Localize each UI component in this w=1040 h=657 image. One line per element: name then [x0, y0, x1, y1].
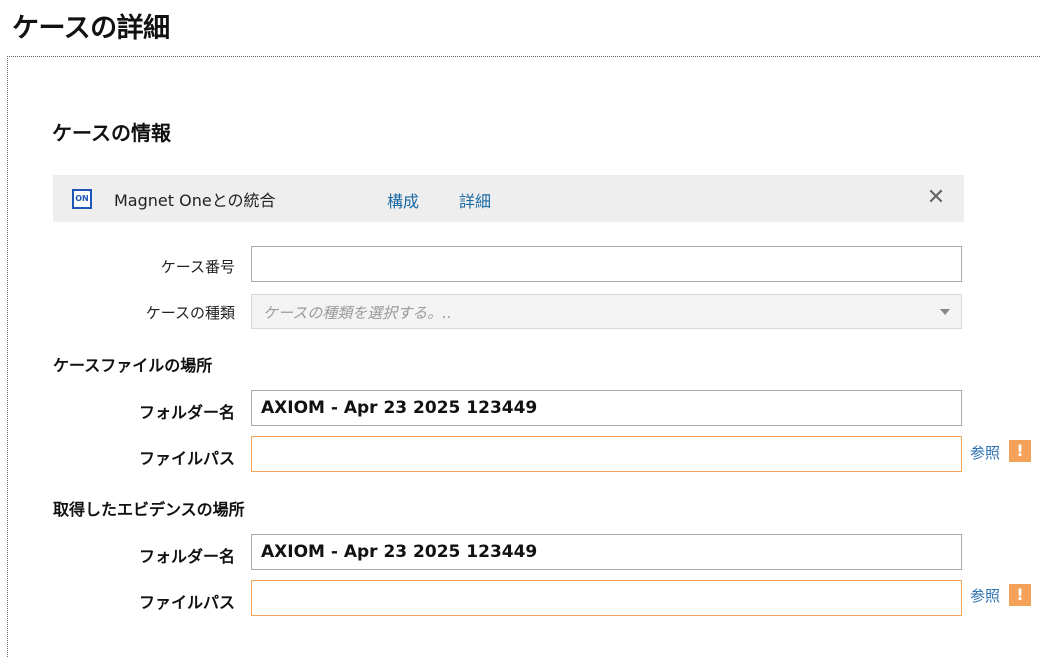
configure-link[interactable]: 構成	[387, 188, 419, 212]
integration-label: Magnet Oneとの統合	[114, 190, 276, 210]
close-icon[interactable]: ✕	[925, 185, 947, 211]
case-type-label: ケースの種類	[145, 304, 235, 322]
evidence-file-path-label: ファイルパス	[138, 593, 235, 612]
case-folder-name-input[interactable]	[251, 390, 962, 426]
evidence-folder-name-label: フォルダー名	[138, 547, 235, 566]
evidence-browse-link[interactable]: 参照	[970, 585, 1000, 606]
case-type-placeholder: ケースの種類を選択する。..	[263, 304, 452, 322]
case-folder-name-label: フォルダー名	[138, 403, 235, 422]
evidence-folder-name-input[interactable]	[251, 534, 962, 570]
case-file-path-label: ファイルパス	[138, 449, 235, 468]
case-number-input[interactable]	[251, 246, 962, 282]
evidence-file-path-input[interactable]	[251, 580, 962, 616]
case-file-location-title: ケースファイルの場所	[53, 356, 213, 375]
case-browse-link[interactable]: 参照	[970, 442, 1000, 463]
case-file-path-input[interactable]	[251, 436, 962, 472]
chevron-down-icon	[940, 309, 950, 315]
magnet-one-integration-bar: ON Magnet Oneとの統合 構成 詳細 ✕	[53, 175, 964, 222]
page-title: ケースの詳細	[12, 13, 170, 44]
case-type-select[interactable]: ケースの種類を選択する。..	[251, 294, 962, 329]
case-info-title: ケースの情報	[52, 121, 171, 145]
details-link[interactable]: 詳細	[459, 188, 491, 212]
warning-icon: !	[1009, 584, 1031, 606]
magnet-one-icon: ON	[72, 188, 92, 209]
magnet-one-icon-text: ON	[75, 193, 89, 203]
warning-icon: !	[1009, 440, 1031, 462]
evidence-location-title: 取得したエビデンスの場所	[53, 500, 245, 519]
case-number-label: ケース番号	[160, 258, 235, 276]
